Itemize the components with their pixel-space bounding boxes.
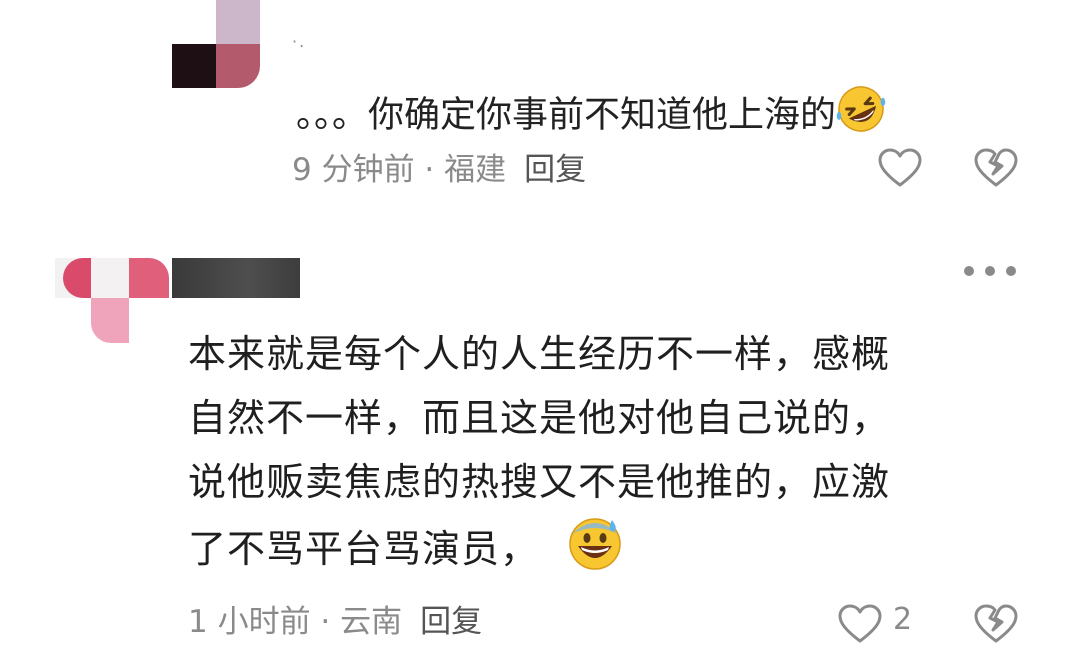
comment-like-count: 2	[893, 602, 913, 637]
comment-line: 说他贩卖焦虑的热搜又不是他推的，应激	[188, 460, 891, 504]
comment-line-last: 了不骂平台骂演员，	[188, 514, 1008, 589]
reply-text-content: 。。。你确定你事前不知道他上海的	[296, 94, 837, 136]
comment-like-button[interactable]	[838, 604, 882, 648]
broken-heart-icon	[974, 604, 1018, 643]
comment-line: 自然不一样，而且这是他对他自己说的，	[188, 396, 891, 440]
comment-line: 了不骂平台骂演员，	[188, 527, 540, 571]
more-dots-icon[interactable]	[964, 256, 1016, 286]
reply-timestamp: 9 分钟前 · 福建	[292, 152, 507, 188]
reply-username[interactable]: ·.	[292, 32, 306, 51]
reply-avatar[interactable]	[172, 0, 260, 88]
more-dot	[985, 266, 995, 276]
comment-username-redacted[interactable]	[172, 258, 300, 298]
reply-dislike-button[interactable]	[974, 148, 1018, 192]
comment-dislike-button[interactable]	[974, 604, 1018, 648]
reply-like-button[interactable]	[878, 148, 922, 192]
more-dot	[1006, 266, 1016, 276]
broken-heart-icon	[974, 148, 1018, 187]
heart-icon	[878, 148, 922, 187]
comment-text: 本来就是每个人的人生经历不一样，感概 自然不一样，而且这是他对他自己说的， 说他…	[188, 322, 1008, 589]
reply-meta: 9 分钟前 · 福建 回复	[292, 150, 586, 190]
comment-avatar[interactable]	[55, 240, 175, 345]
comment-timestamp: 1 小时前 · 云南	[188, 604, 403, 640]
heart-icon	[838, 604, 882, 643]
rolling-on-floor-laughing-emoji	[836, 84, 886, 149]
reply-reply-button[interactable]: 回复	[524, 152, 586, 188]
more-dot	[964, 266, 974, 276]
comment-meta: 1 小时前 · 云南 回复	[188, 602, 482, 642]
reply-text: 。。。你确定你事前不知道他上海的	[296, 84, 886, 149]
grinning-sweat-emoji	[567, 514, 623, 589]
comment-reply-button[interactable]: 回复	[420, 604, 482, 640]
comment-line: 本来就是每个人的人生经历不一样，感概	[188, 332, 891, 376]
